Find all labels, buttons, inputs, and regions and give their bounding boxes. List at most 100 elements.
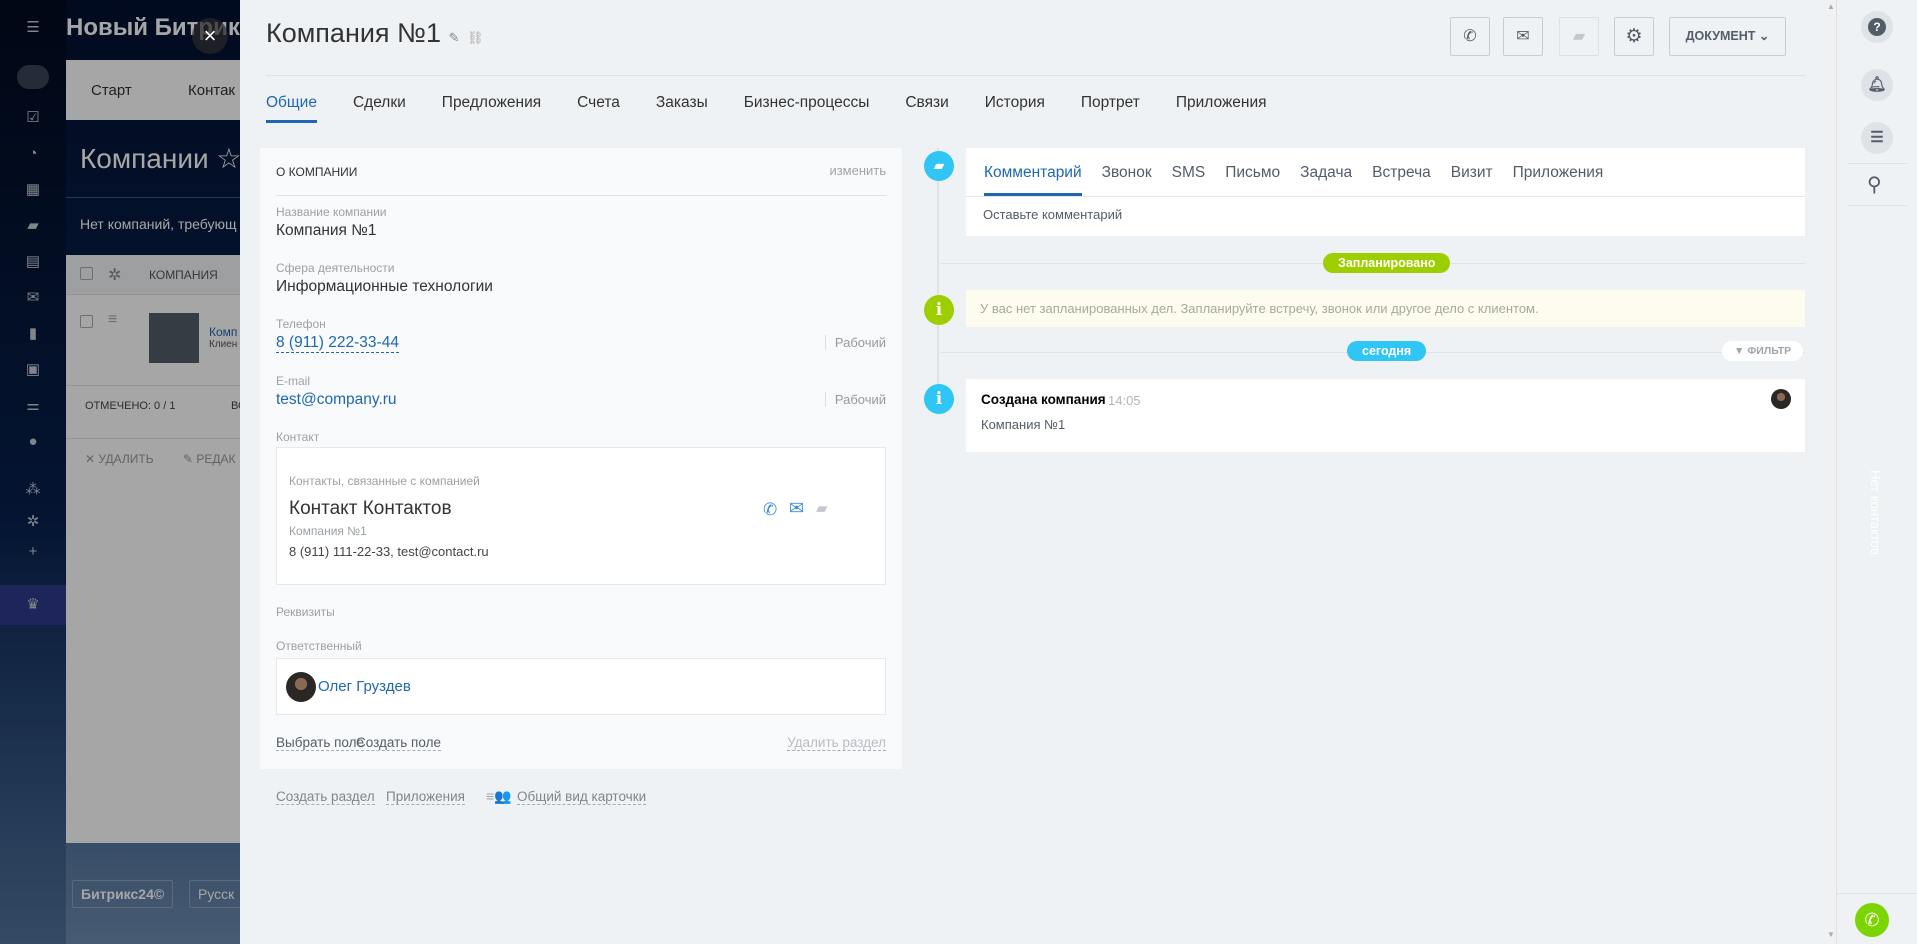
about-company-section: О КОМПАНИИ изменить Название компании Ко… <box>260 148 902 769</box>
phone-call-button[interactable]: ✆ <box>1855 903 1889 937</box>
tab-orders[interactable]: Заказы <box>656 94 708 123</box>
page-title: Компания №1 ✎ ⛓ <box>266 18 484 49</box>
event-body: Компания №1 <box>981 417 1066 432</box>
tab-relations[interactable]: Связи <box>905 94 948 123</box>
activity-tab-meeting[interactable]: Встреча <box>1372 148 1431 196</box>
email-type: Рабочий <box>824 392 886 407</box>
chat-button[interactable]: ▰ <box>1559 17 1599 56</box>
activity-tab-call[interactable]: Звонок <box>1102 148 1152 196</box>
requisites-label: Реквизиты <box>276 605 335 619</box>
industry-value: Информационные технологии <box>276 278 493 295</box>
event-time: 14:05 <box>1108 393 1141 408</box>
close-slider-button[interactable]: × <box>192 18 228 54</box>
activity-tab-sms[interactable]: SMS <box>1172 148 1206 196</box>
document-button[interactable]: ДОКУМЕНТ ⌄ <box>1669 17 1786 56</box>
info-icon: i <box>924 295 954 325</box>
chevron-down-icon: ⌄ <box>1758 29 1770 43</box>
bell-icon: 🔔︎ <box>1867 76 1887 93</box>
today-badge: сегодня <box>1347 341 1427 361</box>
notifications-button[interactable]: 🔔︎ <box>1861 69 1893 101</box>
phone-icon: ✆ <box>1864 910 1880 930</box>
phone-label: Телефон <box>276 317 326 331</box>
contact-box-caption: Контакты, связанные с компанией <box>289 474 480 488</box>
close-icon: × <box>203 23 217 48</box>
divider <box>1847 205 1907 206</box>
apps-link[interactable]: Приложения <box>386 789 465 805</box>
contact-box: Контакты, связанные с компанией Контакт … <box>276 447 886 585</box>
responsible-label: Ответственный <box>276 639 362 653</box>
planned-empty-notice: У вас нет запланированных дел. Запланиру… <box>966 290 1805 327</box>
tab-deals[interactable]: Сделки <box>353 94 406 123</box>
activity-tabs: Комментарий Звонок SMS Письмо Задача Вст… <box>966 148 1805 197</box>
scroll-up-icon[interactable]: ▲ <box>1827 2 1835 11</box>
comment-input[interactable]: Оставьте комментарий <box>983 207 1122 222</box>
activity-tab-comment[interactable]: Комментарий <box>984 148 1082 196</box>
question-icon: ? <box>1868 18 1886 36</box>
edit-title-icon[interactable]: ✎ <box>449 30 460 45</box>
right-sidebar: ? 🔔︎ ☰ ⚲ Нет контактов ✆ <box>1837 0 1917 944</box>
responsible-link[interactable]: Олег Груздев <box>318 678 411 695</box>
messenger-button[interactable]: ☰ <box>1861 122 1893 154</box>
activity-tab-email[interactable]: Письмо <box>1225 148 1280 196</box>
contact-label: Контакт <box>276 430 320 444</box>
activity-tab-visit[interactable]: Визит <box>1451 148 1493 196</box>
panel-scrollbar[interactable]: ▲ ▼ <box>1826 0 1837 944</box>
call-button[interactable]: ✆ <box>1450 17 1490 56</box>
contact-chat-icon[interactable]: ▰ <box>816 499 828 517</box>
phone-link[interactable]: 8 (911) 222-33-44 <box>276 334 399 353</box>
contact-call-icon[interactable]: ✆ <box>763 500 777 520</box>
company-card-panel: Компания №1 ✎ ⛓ ✆ ✉ ▰ ⚙ ДОКУМЕНТ ⌄ Общие… <box>240 0 1826 944</box>
activity-tab-apps[interactable]: Приложения <box>1513 148 1604 196</box>
tab-bizproc[interactable]: Бизнес-процессы <box>744 94 870 123</box>
event-title: Создана компания <box>981 392 1106 407</box>
avatar <box>286 672 316 702</box>
activity-editor: Комментарий Звонок SMS Письмо Задача Вст… <box>966 148 1805 236</box>
envelope-icon: ✉ <box>1516 28 1530 45</box>
contact-name[interactable]: Контакт Контактов <box>289 498 452 520</box>
document-label: ДОКУМЕНТ <box>1685 29 1756 43</box>
create-field-link[interactable]: Создать поле <box>356 735 441 751</box>
phone-icon: ✆ <box>1463 28 1477 45</box>
filter-icon: ▼ <box>1734 345 1745 357</box>
tab-apps[interactable]: Приложения <box>1176 94 1267 123</box>
info-icon: i <box>924 384 954 414</box>
contact-company: Компания №1 <box>289 524 367 538</box>
planned-badge: Запланировано <box>1323 253 1451 273</box>
email-button[interactable]: ✉ <box>1503 17 1543 56</box>
company-name-value: Компания №1 <box>276 222 377 239</box>
settings-button[interactable]: ⚙ <box>1614 17 1654 56</box>
timeline-event: Создана компания 14:05 Компания №1 <box>966 379 1805 452</box>
card-view-link[interactable]: Общий вид карточки <box>517 789 647 805</box>
comment-icon: ▰ <box>924 151 954 181</box>
phone-type: Рабочий <box>824 335 886 350</box>
card-tabs: Общие Сделки Предложения Счета Заказы Би… <box>266 94 1303 123</box>
divider <box>1847 163 1907 164</box>
filter-button[interactable]: ▼ ФИЛЬТР <box>1722 341 1804 361</box>
contact-email-icon[interactable]: ✉ <box>789 498 804 519</box>
planned-empty-text: У вас нет запланированных дел. Запланиру… <box>980 301 1539 316</box>
gear-icon: ⚙ <box>1625 26 1643 47</box>
divider <box>276 195 886 196</box>
email-link[interactable]: test@company.ru <box>276 391 397 409</box>
company-title: Компания №1 <box>266 18 442 48</box>
activity-tab-task[interactable]: Задача <box>1300 148 1352 196</box>
contact-details: 8 (911) 111-22-33, test@contact.ru <box>289 544 489 559</box>
slider-overlay[interactable] <box>0 0 240 944</box>
link-icon[interactable]: ⛓ <box>467 30 484 45</box>
tab-quotes[interactable]: Предложения <box>442 94 541 123</box>
industry-label: Сфера деятельности <box>276 261 395 275</box>
header-divider <box>266 75 1805 76</box>
help-button[interactable]: ? <box>1861 11 1893 43</box>
author-avatar[interactable] <box>1771 389 1791 409</box>
tab-general[interactable]: Общие <box>266 94 317 123</box>
edit-section-link[interactable]: изменить <box>829 163 886 178</box>
delete-section-link[interactable]: Удалить раздел <box>787 735 886 751</box>
search-icon[interactable]: ⚲ <box>1867 172 1882 197</box>
tab-portrait[interactable]: Портрет <box>1081 94 1140 123</box>
select-field-link[interactable]: Выбрать поле <box>276 735 365 751</box>
scroll-down-icon[interactable]: ▼ <box>1827 930 1835 939</box>
create-section-link[interactable]: Создать раздел <box>276 789 375 805</box>
company-name-label: Название компании <box>276 205 387 219</box>
tab-invoices[interactable]: Счета <box>577 94 620 123</box>
tab-history[interactable]: История <box>985 94 1045 123</box>
